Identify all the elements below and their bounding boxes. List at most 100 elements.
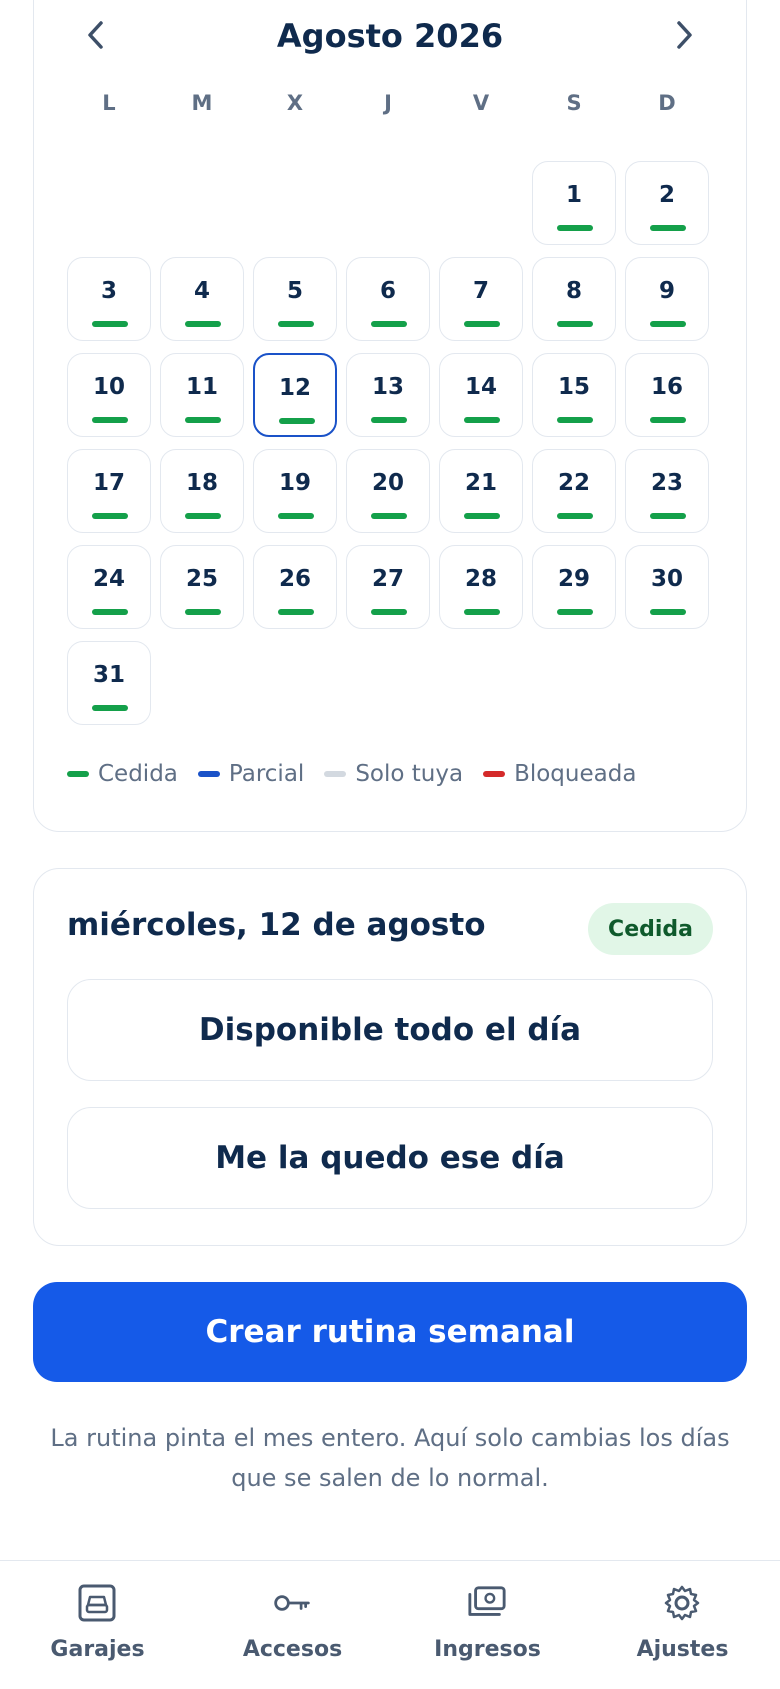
- day-number: 18: [185, 470, 218, 496]
- day-number: 26: [278, 566, 311, 592]
- day-status-bar: [185, 513, 221, 519]
- calendar-day[interactable]: 24: [67, 545, 151, 629]
- next-month-button[interactable]: [662, 15, 706, 59]
- day-status-bar: [92, 513, 128, 519]
- day-status-bar: [557, 417, 593, 423]
- calendar-day[interactable]: 20: [346, 449, 430, 533]
- calendar-day[interactable]: 4: [160, 257, 244, 341]
- calendar-day[interactable]: 19: [253, 449, 337, 533]
- day-number: 24: [92, 566, 125, 592]
- day-number: 27: [371, 566, 404, 592]
- day-number: 16: [650, 374, 683, 400]
- day-status-bar: [557, 513, 593, 519]
- day-status-bar: [557, 321, 593, 327]
- calendar-day[interactable]: 9: [625, 257, 709, 341]
- calendar-day[interactable]: 25: [160, 545, 244, 629]
- day-status-bar: [278, 513, 314, 519]
- calendar-day[interactable]: 6: [346, 257, 430, 341]
- day-detail-card: miércoles, 12 de agosto Cedida Disponibl…: [33, 868, 747, 1246]
- calendar-day[interactable]: 26: [253, 545, 337, 629]
- day-status-bar: [650, 417, 686, 423]
- calendar-day[interactable]: 18: [160, 449, 244, 533]
- calendar-day[interactable]: 3: [67, 257, 151, 341]
- calendar-day[interactable]: 17: [67, 449, 151, 533]
- keep-that-day-button[interactable]: Me la quedo ese día: [67, 1107, 713, 1209]
- tab-label: Ajustes: [636, 1637, 729, 1662]
- calendar-day[interactable]: 31: [67, 641, 151, 725]
- chevron-right-icon: [674, 20, 694, 54]
- legend-swatch: [324, 771, 347, 777]
- calendar-day[interactable]: 16: [625, 353, 709, 437]
- calendar-day[interactable]: 15: [532, 353, 616, 437]
- legend-swatch: [483, 771, 506, 777]
- create-weekly-routine-button[interactable]: Crear rutina semanal: [33, 1282, 747, 1382]
- calendar-day[interactable]: 29: [532, 545, 616, 629]
- day-status-bar: [464, 609, 500, 615]
- calendar-day[interactable]: 5: [253, 257, 337, 341]
- selected-date-title: miércoles, 12 de agosto: [67, 907, 486, 943]
- tab-label: Ingresos: [434, 1637, 541, 1662]
- calendar-day[interactable]: 8: [532, 257, 616, 341]
- calendar-day[interactable]: 7: [439, 257, 523, 341]
- calendar-day[interactable]: 2: [625, 161, 709, 245]
- day-number: 3: [100, 278, 117, 304]
- tab-accesos[interactable]: Accesos: [195, 1561, 390, 1689]
- tab-label: Accesos: [242, 1637, 343, 1662]
- calendar-day[interactable]: 14: [439, 353, 523, 437]
- legend-label: Cedida: [98, 761, 178, 787]
- tab-ajustes[interactable]: Ajustes: [585, 1561, 780, 1689]
- day-number: 11: [185, 374, 218, 400]
- day-number: 30: [650, 566, 683, 592]
- day-number: 1: [565, 182, 582, 208]
- day-number: 8: [565, 278, 582, 304]
- calendar-day[interactable]: 28: [439, 545, 523, 629]
- tab-label: Garajes: [50, 1637, 145, 1662]
- day-number: 17: [92, 470, 125, 496]
- legend-label: Parcial: [228, 761, 305, 787]
- legend-item: Bloqueada: [483, 761, 636, 787]
- legend-item: Solo tuya: [324, 761, 463, 787]
- calendar-day[interactable]: 23: [625, 449, 709, 533]
- calendar-day[interactable]: 13: [346, 353, 430, 437]
- routine-hint-text: La rutina pinta el mes entero. Aquí solo…: [50, 1424, 730, 1492]
- weekday-label: J: [384, 91, 392, 115]
- calendar-day[interactable]: 22: [532, 449, 616, 533]
- weekday-label: M: [191, 91, 213, 115]
- available-all-day-button[interactable]: Disponible todo el día: [67, 979, 713, 1081]
- day-status-bar: [279, 418, 315, 424]
- day-status-bar: [92, 705, 128, 711]
- calendar-day[interactable]: 27: [346, 545, 430, 629]
- day-status-bar: [650, 609, 686, 615]
- weekday-header: L M X J V S D: [67, 91, 711, 121]
- bottom-tab-bar: Garajes Accesos Ingresos Ajustes: [0, 1560, 780, 1689]
- day-status-bar: [650, 321, 686, 327]
- calendar-day[interactable]: 11: [160, 353, 244, 437]
- calendar-day[interactable]: 21: [439, 449, 523, 533]
- day-status-bar: [278, 321, 314, 327]
- legend-label: Solo tuya: [355, 761, 464, 787]
- day-status-bar: [371, 321, 407, 327]
- day-number: 20: [371, 470, 404, 496]
- cash-icon: [467, 1583, 507, 1623]
- calendar-day[interactable]: 12: [253, 353, 337, 437]
- weekday-label: X: [286, 91, 304, 115]
- month-title: Agosto 2026: [276, 17, 504, 55]
- calendar-day[interactable]: 30: [625, 545, 709, 629]
- day-status-bar: [185, 321, 221, 327]
- tab-ingresos[interactable]: Ingresos: [390, 1561, 585, 1689]
- calendar-day[interactable]: 1: [532, 161, 616, 245]
- weekday-label: L: [102, 91, 116, 115]
- day-number: 13: [371, 374, 404, 400]
- calendar-day[interactable]: 10: [67, 353, 151, 437]
- day-status-bar: [464, 417, 500, 423]
- day-status-bar: [92, 417, 128, 423]
- legend-item: Parcial: [197, 761, 305, 787]
- day-number: 31: [92, 662, 125, 688]
- tab-garajes[interactable]: Garajes: [0, 1561, 195, 1689]
- day-number: 6: [379, 278, 396, 304]
- day-status-bar: [92, 609, 128, 615]
- day-status-bar: [371, 609, 407, 615]
- day-number: 21: [464, 470, 497, 496]
- day-number: 12: [278, 375, 311, 401]
- weekday-label: V: [472, 91, 490, 115]
